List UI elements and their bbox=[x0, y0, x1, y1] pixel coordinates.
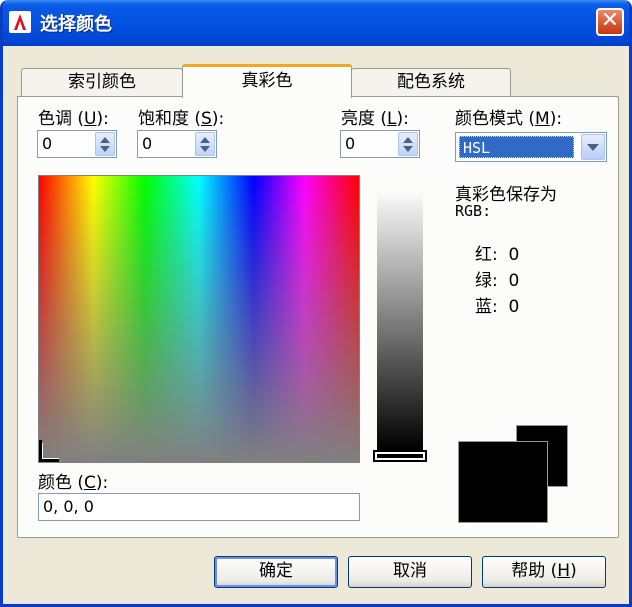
rgb-green-row: 绿: 0 bbox=[475, 271, 520, 291]
color-model-value[interactable]: HSL bbox=[459, 136, 574, 158]
color-model-select[interactable]: HSL bbox=[455, 132, 607, 162]
spin-arrows-icon[interactable] bbox=[95, 132, 115, 156]
saturation-spinner[interactable]: 0 bbox=[137, 130, 217, 158]
rgb-caption: RGB: bbox=[455, 202, 492, 220]
rgb-green-value: 0 bbox=[508, 271, 520, 291]
color-value-field[interactable]: 0, 0, 0 bbox=[38, 493, 360, 521]
rgb-blue-row: 蓝: 0 bbox=[475, 297, 520, 317]
chevron-down-icon[interactable] bbox=[581, 134, 605, 160]
crosshair-icon[interactable] bbox=[39, 440, 59, 462]
rgb-red-row: 红: 0 bbox=[475, 245, 520, 265]
hue-spinner[interactable]: 0 bbox=[37, 130, 117, 158]
spin-arrows-icon[interactable] bbox=[398, 132, 418, 156]
luminance-label: 亮度 (L): bbox=[341, 109, 409, 129]
saturation-value[interactable]: 0 bbox=[142, 134, 152, 153]
hue-saturation-field[interactable] bbox=[38, 175, 360, 463]
color-label: 颜色 (C): bbox=[38, 473, 109, 493]
luminance-value[interactable]: 0 bbox=[345, 134, 355, 153]
rgb-blue-value: 0 bbox=[508, 297, 520, 317]
luminance-bar[interactable] bbox=[377, 188, 423, 450]
luminance-spinner[interactable]: 0 bbox=[340, 130, 420, 158]
luminance-slider-handle[interactable] bbox=[373, 450, 427, 462]
new-color-swatch bbox=[458, 441, 548, 523]
color-dialog: 选择颜色 ✕ 索引颜色 真彩色 配色系统 色调 (U): 0 饱和度 (S): … bbox=[0, 0, 632, 607]
saturation-label: 饱和度 (S): bbox=[138, 109, 225, 129]
spin-arrows-icon[interactable] bbox=[195, 132, 215, 156]
rgb-red-value: 0 bbox=[508, 245, 520, 265]
hue-label: 色调 (U): bbox=[38, 109, 109, 129]
hue-value[interactable]: 0 bbox=[42, 134, 52, 153]
color-model-label: 颜色模式 (M): bbox=[455, 109, 563, 129]
